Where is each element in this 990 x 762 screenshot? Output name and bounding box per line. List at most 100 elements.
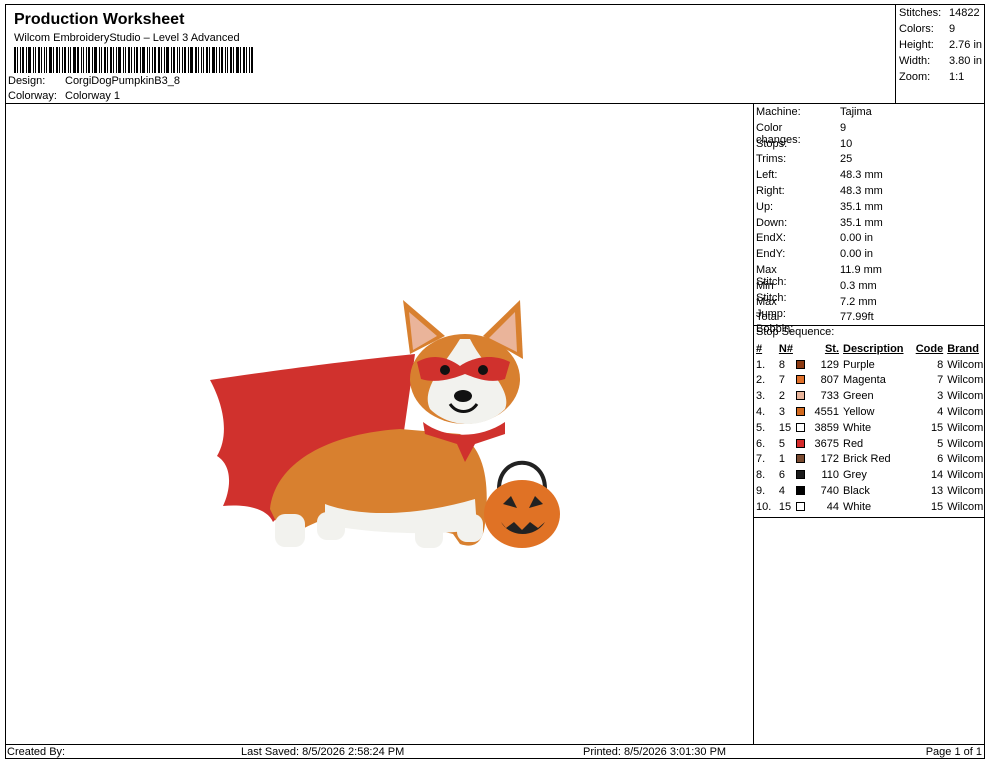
- info-value: 10: [840, 137, 853, 150]
- seq-stitches: 129: [820, 358, 839, 371]
- design-stats: Stitches: 14822 Colors: 9 Height: 2.76 in W…: [895, 4, 985, 104]
- table-row: 1. 8 129 Purple 8 Wilcom: [754, 357, 985, 373]
- color-swatch: [796, 422, 806, 432]
- info-value: Tajima: [840, 106, 872, 118]
- divider: [754, 517, 985, 518]
- seq-number: 2.: [756, 374, 766, 387]
- last-saved: Last Saved: 8/5/2026 2:58:24 PM: [241, 746, 405, 758]
- seq-stitches: 172: [820, 453, 839, 466]
- seq-number: 4.: [756, 406, 766, 419]
- table-row: 5. 15 3859 White 15 Wilcom: [754, 420, 985, 436]
- info-key: Left:: [756, 169, 778, 182]
- seq-description: Green: [843, 390, 874, 403]
- info-key: EndX:: [756, 232, 786, 245]
- seq-stitches: 807: [820, 374, 839, 387]
- seq-brand: Wilcom: [947, 358, 984, 371]
- seq-code: 7: [937, 374, 944, 387]
- seq-needle: 4: [778, 485, 785, 498]
- colorway-name: Colorway 1: [65, 90, 121, 102]
- seq-description: Grey: [843, 469, 867, 482]
- design-preview: [5, 104, 754, 744]
- seq-code: 15: [930, 500, 944, 513]
- seq-brand: Wilcom: [947, 500, 984, 513]
- seq-code: 5: [937, 437, 944, 450]
- leg-front-right: [457, 514, 483, 542]
- seq-number: 5.: [756, 421, 766, 434]
- table-row: 6. 5 3675 Red 5 Wilcom: [754, 436, 985, 452]
- seq-needle: 7: [778, 374, 785, 387]
- color-swatch: [796, 501, 806, 511]
- seq-stitches: 3859: [814, 421, 839, 434]
- seq-number: 8.: [756, 469, 766, 482]
- page-title: Production Worksheet: [14, 11, 185, 28]
- seq-description: Red: [843, 437, 864, 450]
- seq-number: 6.: [756, 437, 766, 450]
- table-header: # N# St. Description Code Brand: [754, 341, 985, 357]
- table-row: 2. 7 807 Magenta 7 Wilcom: [754, 373, 985, 389]
- seq-code: 15: [930, 421, 944, 434]
- seq-code: 6: [937, 453, 944, 466]
- color-swatch: [796, 486, 806, 496]
- seq-stitches: 740: [820, 485, 839, 498]
- seq-needle: 6: [778, 469, 785, 482]
- eye-right: [478, 365, 488, 375]
- corgi-embroidery-image: [210, 300, 560, 548]
- seq-brand: Wilcom: [947, 406, 984, 419]
- colorway-label: Colorway:: [8, 90, 57, 102]
- seq-description: Yellow: [843, 406, 875, 419]
- color-swatch: [796, 359, 806, 369]
- barcode: [14, 47, 276, 73]
- seq-description: White: [843, 421, 872, 434]
- table-row: 7. 1 172 Brick Red 6 Wilcom: [754, 452, 985, 468]
- pumpkin-bucket: [484, 480, 560, 548]
- software-name: Wilcom EmbroideryStudio – Level 3 Advanc…: [14, 32, 240, 44]
- seq-stitches: 110: [821, 469, 839, 482]
- seq-needle: 2: [778, 390, 785, 403]
- table-row: 4. 3 4551 Yellow 4 Wilcom: [754, 404, 985, 420]
- col-needle: N#: [778, 342, 793, 355]
- info-value: 35.1 mm: [840, 200, 883, 213]
- color-swatch: [796, 375, 806, 385]
- seq-stitches: 3675: [814, 437, 839, 450]
- seq-number: 1.: [756, 358, 766, 371]
- seq-brand: Wilcom: [947, 437, 984, 450]
- seq-brand: Wilcom: [947, 421, 984, 434]
- info-value: 48.3 mm: [840, 185, 883, 197]
- info-value: 25: [840, 153, 853, 166]
- seq-number: 3.: [756, 390, 766, 403]
- seq-description: Black: [843, 485, 870, 498]
- seq-stitches: 733: [820, 390, 839, 403]
- table-row: 10. 15 44 White 15 Wilcom: [754, 499, 985, 515]
- info-key: Stops:: [756, 137, 788, 150]
- info-value: 0.3 mm: [840, 279, 877, 292]
- info-value: 77.99ft: [840, 311, 874, 324]
- col-code: Code: [915, 342, 944, 355]
- col-brand: Brand: [947, 342, 979, 355]
- color-swatch: [796, 470, 806, 480]
- info-value: 11.9 mm: [840, 264, 882, 276]
- page-number: Page 1 of 1: [925, 746, 982, 758]
- seq-description: Purple: [843, 358, 875, 371]
- seq-description: Magenta: [843, 374, 886, 387]
- col-number: #: [756, 342, 763, 355]
- seq-stitches: 44: [826, 500, 839, 513]
- design-label: Design:: [8, 75, 46, 87]
- seq-brand: Wilcom: [947, 390, 984, 403]
- seq-code: 8: [937, 358, 944, 371]
- machine-info-panel: Machine: Tajima Color changes: 9 Stops: 10 Tri…: [754, 104, 985, 744]
- printed-date: Printed: 8/5/2026 3:01:30 PM: [583, 746, 727, 758]
- seq-brand: Wilcom: [947, 453, 984, 466]
- leg-front-left: [415, 516, 443, 548]
- info-key: Right:: [756, 185, 785, 197]
- color-swatch: [796, 438, 806, 448]
- color-swatch: [796, 407, 806, 417]
- info-key: Trims:: [756, 153, 787, 166]
- info-key: Machine:: [756, 106, 801, 118]
- stop-sequence-table: # N# St. Description Code Brand 1. 8 129 Pu…: [754, 341, 985, 515]
- seq-description: Brick Red: [843, 453, 891, 466]
- eye-left: [440, 365, 450, 375]
- seq-number: 10.: [756, 500, 772, 513]
- color-swatch: [796, 391, 806, 401]
- leg-back-right: [317, 512, 345, 540]
- page-footer: Created By: Last Saved: 8/5/2026 2:58:24…: [5, 744, 985, 759]
